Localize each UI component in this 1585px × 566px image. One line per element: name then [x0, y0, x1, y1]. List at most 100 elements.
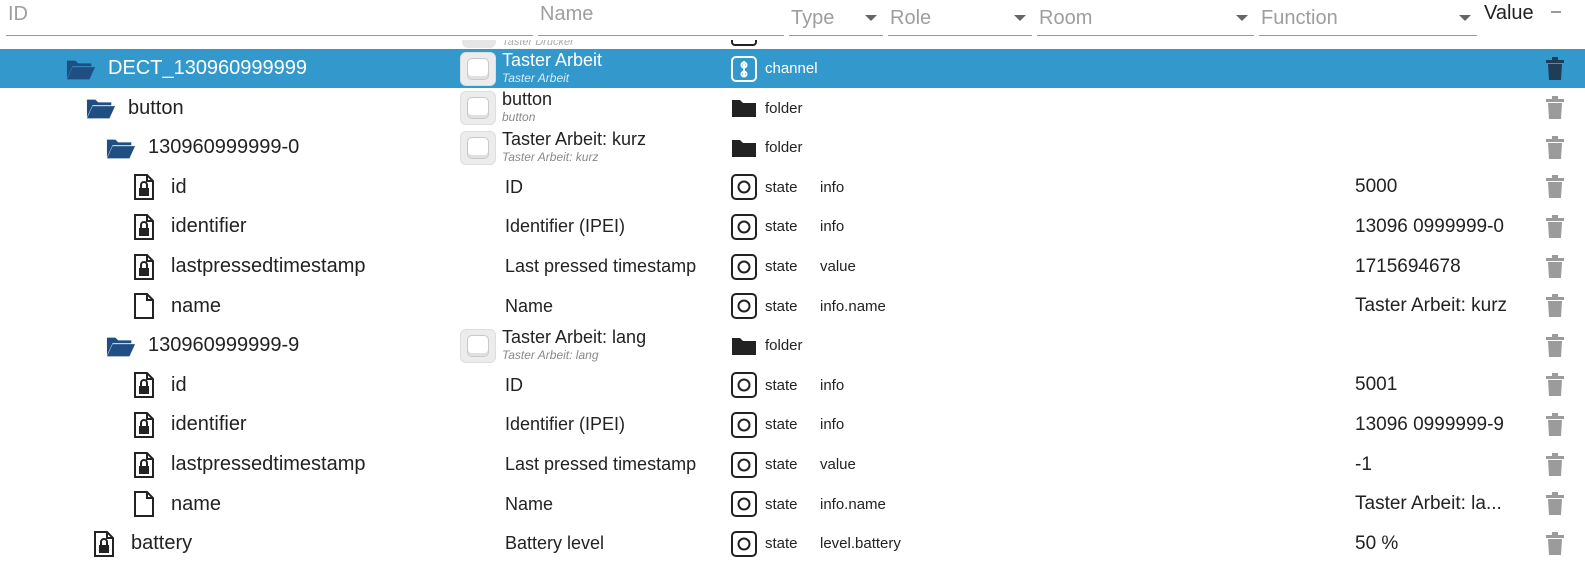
- object-id: name: [171, 294, 222, 317]
- object-type: folder: [765, 99, 803, 117]
- object-value[interactable]: Taster Arbeit: la...: [1355, 485, 1502, 524]
- object-id: button: [128, 96, 184, 119]
- trash-icon[interactable]: [1545, 89, 1565, 128]
- state-icon: [731, 372, 757, 399]
- object-type: state: [765, 258, 798, 275]
- state-icon: [731, 174, 757, 201]
- name-cell: Identifier (IPEI): [505, 207, 625, 246]
- object-name: ID: [505, 176, 523, 197]
- object-role: info: [820, 218, 845, 236]
- object-name: Last pressed timestamp: [505, 256, 697, 276]
- folder-open-icon: [106, 334, 136, 358]
- value-column-header: Value: [1484, 2, 1534, 24]
- id-cell: button: [86, 89, 184, 128]
- name-cell: Taster Arbeit Taster Arbeit: [460, 49, 602, 88]
- object-name-sub: button: [502, 110, 536, 125]
- trash-icon[interactable]: [1545, 287, 1565, 326]
- object-name: Taster Arbeit: lang: [502, 326, 647, 347]
- trash-icon[interactable]: [1545, 405, 1565, 444]
- object-type: state: [765, 218, 798, 236]
- trash-icon[interactable]: [1545, 207, 1565, 246]
- name-cell: Last pressed timestamp: [505, 445, 696, 484]
- object-type: channel: [765, 60, 818, 77]
- file-lock-icon: [129, 372, 159, 399]
- trash-icon[interactable]: [1545, 326, 1565, 365]
- table-row[interactable]: identifier Identifier (IPEI) state info 1309…: [0, 207, 1585, 246]
- role-filter-select[interactable]: Role: [888, 0, 1032, 36]
- trash-icon[interactable]: [1545, 524, 1565, 563]
- object-name: ID: [505, 374, 523, 395]
- name-cell: Taster Arbeit: kurz Taster Arbeit: kurz: [460, 128, 646, 167]
- name-stack: Taster Arbeit Taster Arbeit: [502, 51, 602, 87]
- function-filter-select[interactable]: Function: [1259, 0, 1477, 36]
- table-row[interactable]: id ID state info 5001: [0, 366, 1585, 405]
- id-filter-input[interactable]: [8, 0, 533, 29]
- folder-icon: [731, 95, 757, 121]
- object-value[interactable]: 13096 0999999-0: [1355, 207, 1504, 246]
- name-cell: Last pressed timestamp: [505, 247, 696, 286]
- chevron-down-icon: [1236, 14, 1248, 21]
- name-filter-input[interactable]: [540, 0, 784, 29]
- file-lock-icon: [129, 253, 159, 280]
- table-row[interactable]: 130960999999-0 Taster Arbeit: kurz Taster …: [0, 128, 1585, 167]
- id-cell: identifier: [129, 405, 247, 444]
- type-cell: state: [731, 247, 798, 286]
- table-row[interactable]: lastpressedtimestamp Last pressed timesta…: [0, 445, 1585, 484]
- object-name: button: [502, 89, 553, 110]
- file-lock-icon: [129, 174, 159, 201]
- object-name-sub: Taster Arbeit: kurz: [502, 149, 599, 164]
- trash-icon[interactable]: [1545, 445, 1565, 484]
- id-cell: DECT_130960999999: [66, 49, 307, 88]
- id-cell: id: [129, 168, 187, 207]
- device-thumbnail: [462, 40, 496, 48]
- partial-row[interactable]: Taster Drücker: [0, 40, 1585, 48]
- room-filter-select[interactable]: Room: [1037, 0, 1254, 36]
- id-cell: identifier: [129, 207, 247, 246]
- table-row[interactable]: DECT_130960999999 Taster Arbeit Taster Arb…: [0, 49, 1585, 88]
- type-cell: state: [731, 168, 798, 207]
- table-row[interactable]: id ID state info 5000: [0, 168, 1585, 207]
- object-value[interactable]: 13096 0999999-9: [1355, 405, 1504, 444]
- object-role: info: [820, 376, 845, 394]
- object-type: state: [765, 456, 798, 473]
- object-value[interactable]: 5001: [1355, 366, 1397, 405]
- object-value[interactable]: 1715694678: [1355, 247, 1461, 286]
- table-row[interactable]: 130960999999-9 Taster Arbeit: lang Taster …: [0, 326, 1585, 365]
- type-filter-select[interactable]: Type: [789, 0, 883, 36]
- folder-open-icon: [86, 96, 116, 120]
- scroll-indicator-icon[interactable]: [1551, 4, 1561, 14]
- table-row[interactable]: name Name state info.name Taster Arbeit: kur…: [0, 287, 1585, 326]
- table-row[interactable]: name Name state info.name Taster Arbeit: la.…: [0, 485, 1585, 524]
- trash-icon[interactable]: [1545, 485, 1565, 524]
- id-cell: id: [129, 366, 187, 405]
- trash-icon[interactable]: [1545, 168, 1565, 207]
- object-value[interactable]: -1: [1355, 445, 1372, 484]
- trash-icon[interactable]: [1545, 49, 1565, 88]
- name-cell: ID: [505, 366, 523, 405]
- type-cell: channel: [731, 49, 818, 88]
- room-filter-label: Room: [1039, 6, 1093, 29]
- table-row[interactable]: button button button folder: [0, 89, 1585, 128]
- name-cell: Name: [505, 287, 553, 326]
- folder-open-icon: [106, 136, 136, 160]
- trash-icon[interactable]: [1545, 247, 1565, 286]
- object-id: 130960999999-0: [148, 136, 300, 159]
- object-name: Name: [505, 493, 554, 514]
- table-row[interactable]: identifier Identifier (IPEI) state info 1309…: [0, 405, 1585, 444]
- object-id: id: [171, 373, 187, 396]
- file-lock-icon: [129, 451, 159, 478]
- object-name: Identifier (IPEI): [505, 414, 626, 435]
- name-cell: Identifier (IPEI): [505, 405, 625, 444]
- trash-icon[interactable]: [1545, 366, 1565, 405]
- object-value[interactable]: 5000: [1355, 168, 1397, 207]
- table-row[interactable]: lastpressedtimestamp Last pressed timesta…: [0, 247, 1585, 286]
- name-stack: button button: [502, 90, 552, 126]
- trash-icon[interactable]: [1545, 128, 1565, 167]
- type-filter-label: Type: [791, 6, 835, 29]
- table-row[interactable]: battery Battery level state level.battery 50…: [0, 524, 1585, 563]
- object-value[interactable]: Taster Arbeit: kurz: [1355, 287, 1507, 326]
- folder-icon: [731, 333, 757, 359]
- chevron-down-icon: [865, 14, 877, 21]
- object-value[interactable]: 50 %: [1355, 524, 1398, 563]
- object-id: identifier: [171, 215, 247, 238]
